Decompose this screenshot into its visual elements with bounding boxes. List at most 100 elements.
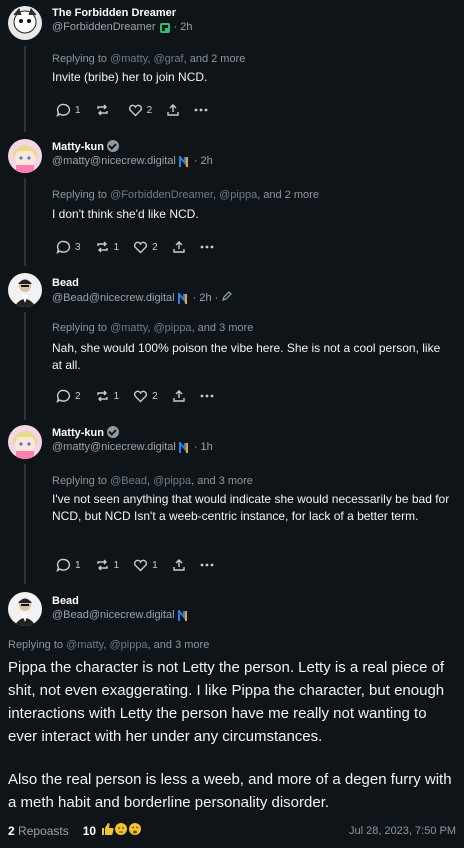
display-name[interactable]: Bead bbox=[52, 594, 190, 608]
timestamp[interactable]: · 1h bbox=[194, 440, 213, 455]
replying-to: Replying to @matty, @graf, and 2 more bbox=[52, 53, 246, 65]
post-text: Invite (bribe) her to join NCD. bbox=[52, 70, 208, 84]
share-button[interactable] bbox=[172, 558, 186, 572]
display-name[interactable]: Matty-kun bbox=[52, 140, 213, 154]
post-actions: 3 1 2 bbox=[56, 240, 228, 254]
nicecrew-icon bbox=[177, 607, 190, 622]
verified-icon bbox=[106, 426, 119, 438]
avatar[interactable] bbox=[8, 425, 42, 459]
post-text: Pippa the character is not Letty the per… bbox=[8, 659, 445, 745]
thread-line bbox=[24, 312, 26, 420]
reply-button[interactable]: 1 bbox=[56, 103, 81, 117]
display-name[interactable]: The Forbidden Dreamer bbox=[52, 6, 192, 20]
repost-icon bbox=[96, 390, 108, 402]
timestamp[interactable]: · 2h bbox=[194, 154, 213, 169]
avatar[interactable] bbox=[8, 139, 42, 173]
avatar[interactable] bbox=[8, 592, 42, 626]
user-handle[interactable]: @Bead@nicecrew.digital bbox=[52, 608, 175, 623]
share-icon bbox=[167, 104, 179, 116]
repost-icon bbox=[96, 104, 108, 116]
more-button[interactable] bbox=[200, 245, 214, 249]
mention-link[interactable]: @pippa bbox=[109, 639, 147, 651]
more-icon bbox=[194, 108, 208, 112]
reply-button[interactable]: 3 bbox=[56, 240, 81, 254]
heart-icon bbox=[128, 104, 142, 117]
user-handle[interactable]: @matty@nicecrew.digital bbox=[52, 154, 176, 169]
mention-link[interactable]: @pippa bbox=[153, 475, 191, 487]
repost-button[interactable]: 1 bbox=[95, 558, 119, 572]
mention-link[interactable]: @pippa bbox=[219, 189, 257, 201]
share-icon bbox=[172, 390, 185, 402]
replying-to: Replying to @Bead, @pippa, and 3 more bbox=[52, 475, 253, 487]
replying-to: Replying to @matty, @pippa, and 3 more bbox=[52, 322, 254, 334]
post-stats: 2 Repoasts 10 Jul 28, 2023, 7:50 PM bbox=[8, 822, 456, 839]
heart-icon bbox=[134, 390, 148, 403]
like-button[interactable]: 2 bbox=[128, 103, 152, 117]
post-actions: 1 1 1 bbox=[56, 558, 228, 572]
post-date[interactable]: Jul 28, 2023, 7:50 PM bbox=[349, 825, 456, 837]
reply-icon bbox=[56, 240, 71, 254]
repost-button[interactable]: 1 bbox=[95, 389, 119, 403]
heart-icon bbox=[134, 241, 148, 254]
more-icon bbox=[200, 394, 214, 398]
more-icon bbox=[200, 245, 214, 249]
mention-link[interactable]: @pippa bbox=[153, 322, 191, 334]
post-text: I've not seen anything that would indica… bbox=[52, 492, 450, 523]
repost-icon bbox=[96, 559, 108, 571]
display-name[interactable]: Bead bbox=[52, 276, 233, 290]
pleroma-icon bbox=[159, 22, 171, 34]
edited-icon bbox=[221, 290, 233, 307]
like-button[interactable]: 2 bbox=[133, 389, 158, 403]
mention-link[interactable]: @ForbiddenDreamer bbox=[110, 189, 213, 201]
share-button[interactable] bbox=[172, 240, 186, 254]
post-text: I don't think she'd like NCD. bbox=[52, 207, 199, 221]
repost-icon bbox=[96, 241, 108, 253]
like-button[interactable]: 2 bbox=[133, 240, 158, 254]
thinking-face-icon bbox=[114, 822, 128, 839]
reactions-count[interactable]: 10 bbox=[83, 822, 142, 839]
thumbs-up-icon bbox=[100, 822, 114, 839]
avatar[interactable] bbox=[8, 273, 42, 307]
like-button[interactable]: 1 bbox=[133, 558, 158, 572]
reply-icon bbox=[56, 103, 71, 117]
reply-button[interactable]: 2 bbox=[56, 389, 81, 403]
share-button[interactable] bbox=[172, 389, 186, 403]
mention-link[interactable]: @graf bbox=[153, 53, 183, 65]
mention-link[interactable]: @matty bbox=[110, 53, 147, 65]
share-button[interactable] bbox=[166, 103, 180, 117]
user-handle[interactable]: @matty@nicecrew.digital bbox=[52, 440, 176, 455]
more-button[interactable] bbox=[194, 108, 208, 112]
post-text: Also the real person is less a weeb, and… bbox=[8, 771, 452, 811]
mention-link[interactable]: @matty bbox=[66, 639, 103, 651]
share-icon bbox=[172, 241, 185, 253]
user-handle[interactable]: @Bead@nicecrew.digital bbox=[52, 291, 175, 306]
share-icon bbox=[172, 559, 185, 571]
reply-icon bbox=[56, 558, 71, 572]
mention-link[interactable]: @matty bbox=[110, 322, 147, 334]
user-handle[interactable]: @ForbiddenDreamer bbox=[52, 20, 156, 35]
post-actions: 2 1 2 bbox=[56, 389, 228, 403]
thread-line bbox=[24, 178, 26, 266]
timestamp[interactable]: · 2h bbox=[174, 20, 193, 35]
nicecrew-icon bbox=[177, 290, 190, 305]
nicecrew-icon bbox=[178, 439, 191, 454]
thread-line bbox=[24, 464, 26, 584]
avatar[interactable] bbox=[8, 6, 42, 40]
display-name[interactable]: Matty-kun bbox=[52, 426, 213, 440]
reply-button[interactable]: 1 bbox=[56, 558, 81, 572]
more-button[interactable] bbox=[200, 394, 214, 398]
more-icon bbox=[200, 563, 214, 567]
nicecrew-icon bbox=[178, 153, 191, 168]
thread-line bbox=[24, 46, 26, 132]
reaction-emojis bbox=[100, 822, 142, 839]
mention-link[interactable]: @Bead bbox=[110, 475, 147, 487]
timestamp[interactable]: · 2h · bbox=[193, 291, 219, 306]
repost-button[interactable] bbox=[95, 103, 114, 117]
reposts-count[interactable]: 2 Repoasts bbox=[8, 824, 69, 838]
post-actions: 1 2 bbox=[56, 103, 222, 117]
repost-button[interactable]: 1 bbox=[95, 240, 119, 254]
weary-face-icon bbox=[128, 822, 142, 839]
replying-to: Replying to @ForbiddenDreamer, @pippa, a… bbox=[52, 189, 319, 201]
verified-icon bbox=[106, 140, 119, 152]
more-button[interactable] bbox=[200, 563, 214, 567]
